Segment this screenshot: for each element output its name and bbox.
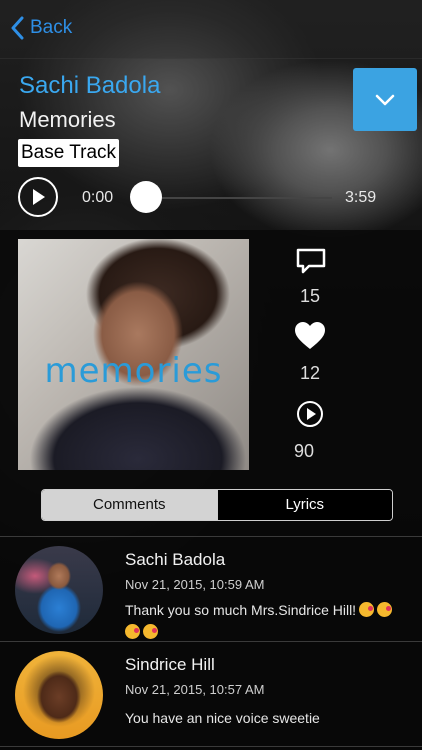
chevron-down-icon bbox=[375, 94, 395, 105]
avatar[interactable] bbox=[15, 651, 103, 739]
kiss-emoji-icon bbox=[125, 624, 140, 639]
divider bbox=[0, 746, 422, 747]
comment-item: Sindrice Hill Nov 21, 2015, 10:57 AM You… bbox=[0, 642, 422, 746]
like-count: 12 bbox=[299, 363, 321, 383]
comment-body: Thank you so much Mrs.Sindrice Hill! bbox=[125, 602, 357, 618]
segment-control: Comments Lyrics bbox=[41, 489, 393, 521]
play-icon bbox=[33, 189, 45, 205]
comment-author[interactable]: Sachi Badola bbox=[125, 550, 225, 570]
tab-comments[interactable]: Comments bbox=[42, 490, 217, 520]
kiss-emoji-icon bbox=[377, 602, 393, 617]
tab-lyrics[interactable]: Lyrics bbox=[216, 490, 392, 520]
back-button[interactable]: Back bbox=[10, 16, 72, 40]
back-label: Back bbox=[30, 17, 73, 38]
album-artwork: memories bbox=[18, 239, 249, 470]
play-count: 90 bbox=[293, 441, 315, 461]
play-count-icon bbox=[297, 401, 323, 427]
navigation-bar: Back bbox=[0, 0, 422, 59]
comment-author[interactable]: Sindrice Hill bbox=[125, 655, 215, 675]
progress-track[interactable] bbox=[146, 197, 332, 199]
artist-name[interactable]: Sachi Badola bbox=[19, 72, 160, 100]
kiss-emoji-icon bbox=[143, 624, 158, 639]
avatar[interactable] bbox=[15, 546, 103, 634]
track-type-badge: Base Track bbox=[18, 139, 120, 167]
song-title: Memories bbox=[19, 107, 116, 132]
heart-icon[interactable] bbox=[294, 321, 326, 351]
progress-thumb[interactable] bbox=[130, 181, 162, 213]
artwork-caption: memories bbox=[44, 351, 223, 391]
play-button[interactable] bbox=[18, 177, 58, 217]
options-dropdown-button[interactable] bbox=[353, 68, 417, 131]
current-time: 0:00 bbox=[82, 189, 114, 206]
comment-item: Sachi Badola Nov 21, 2015, 10:59 AM Than… bbox=[0, 537, 422, 641]
chevron-left-icon bbox=[11, 16, 24, 40]
comment-date: Nov 21, 2015, 10:57 AM bbox=[125, 682, 265, 697]
kiss-emoji-icon bbox=[359, 602, 375, 617]
comment-text: Thank you so much Mrs.Sindrice Hill! bbox=[125, 599, 415, 643]
comment-text: You have an nice voice sweetie bbox=[125, 710, 320, 726]
comment-date: Nov 21, 2015, 10:59 AM bbox=[125, 577, 265, 592]
comment-count: 15 bbox=[299, 286, 321, 306]
comment-icon[interactable] bbox=[295, 247, 327, 275]
duration: 3:59 bbox=[345, 189, 377, 206]
